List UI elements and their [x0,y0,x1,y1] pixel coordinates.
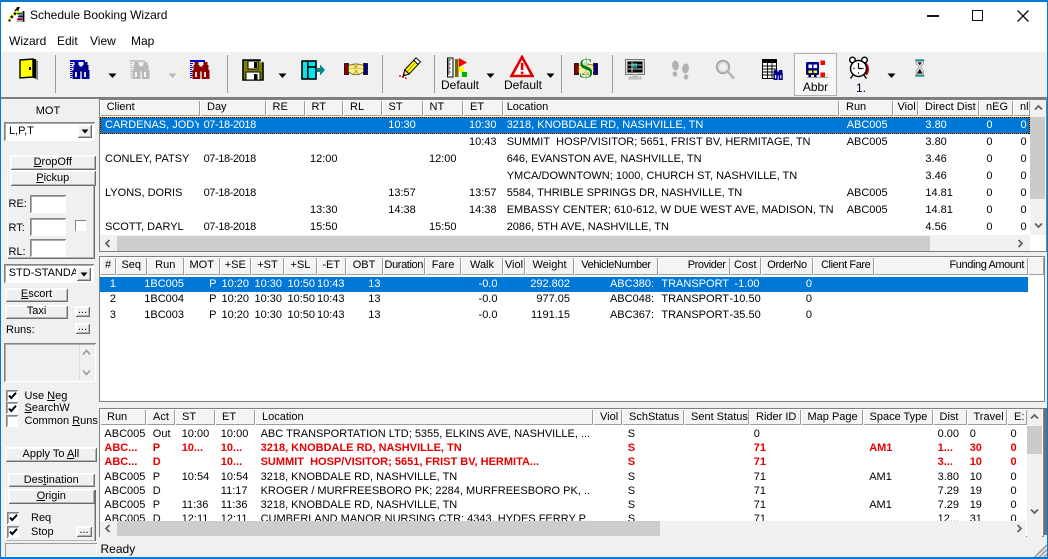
svg-text:$: $ [579,57,594,81]
